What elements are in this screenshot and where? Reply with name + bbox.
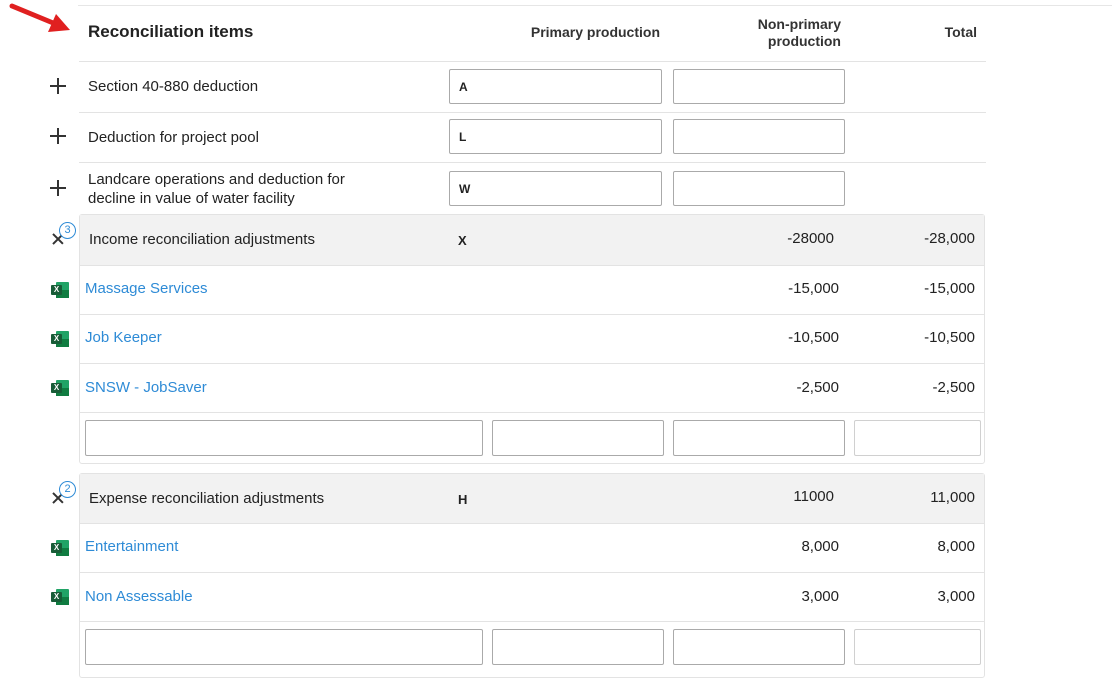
red-arrow-icon — [9, 3, 70, 32]
plus-icon[interactable] — [49, 179, 67, 197]
new-item-nonprimary-input[interactable] — [673, 629, 845, 665]
column-header-primary: Primary production — [530, 24, 660, 40]
income-item-total: -2,500 — [932, 379, 975, 396]
new-item-primary-input[interactable] — [492, 420, 664, 456]
expense-code: H — [458, 492, 468, 507]
item-label-landcare-line1: Landcare operations and deduction for — [88, 171, 345, 188]
divider — [79, 61, 986, 62]
income-code: X — [458, 233, 467, 248]
divider — [80, 314, 984, 315]
expense-item-link[interactable]: Non Assessable — [85, 588, 193, 605]
income-item-link[interactable]: Job Keeper — [85, 329, 162, 346]
nonprimary-production-input[interactable] — [673, 171, 845, 206]
column-header-total: Total — [944, 24, 977, 40]
item-count-badge: 2 — [59, 481, 76, 498]
item-label-section-40-880: Section 40-880 deduction — [88, 78, 259, 95]
income-item-nonprimary: -10,500 — [788, 329, 839, 346]
new-item-total-field — [854, 629, 981, 665]
column-header-nonprimary-line1: Non-primary — [757, 16, 841, 32]
section-title: Reconciliation items — [88, 22, 254, 41]
excel-icon[interactable]: X — [51, 282, 69, 298]
income-item-nonprimary: -2,500 — [796, 379, 839, 396]
income-total-value: -28,000 — [924, 230, 975, 247]
new-item-label-input[interactable] — [85, 629, 483, 665]
expense-group-label: Expense reconciliation adjustments — [89, 490, 325, 507]
expense-nonprimary-value: 11000 — [793, 488, 834, 505]
divider — [80, 621, 984, 622]
new-item-label-input[interactable] — [85, 420, 483, 456]
divider — [79, 112, 986, 113]
excel-icon[interactable]: X — [51, 540, 69, 556]
nonprimary-production-input[interactable] — [673, 69, 845, 104]
income-group-label: Income reconciliation adjustments — [89, 231, 315, 248]
divider — [80, 572, 984, 573]
item-count-badge: 3 — [59, 222, 76, 239]
item-label-landcare-line2: decline in value of water facility — [88, 190, 295, 207]
expense-item-nonprimary: 3,000 — [801, 588, 839, 605]
new-item-primary-input[interactable] — [492, 629, 664, 665]
divider — [80, 523, 984, 524]
nonprimary-production-input[interactable] — [673, 119, 845, 154]
plus-icon[interactable] — [49, 127, 67, 145]
income-item-total: -15,000 — [924, 280, 975, 297]
excel-icon[interactable]: X — [51, 380, 69, 396]
divider — [79, 162, 986, 163]
income-nonprimary-value: -28000 — [787, 230, 834, 247]
primary-production-input[interactable]: W — [449, 171, 662, 206]
plus-icon[interactable] — [49, 77, 67, 95]
new-item-total-field — [854, 420, 981, 456]
divider — [80, 363, 984, 364]
top-divider — [78, 5, 1112, 6]
column-header-nonprimary: Non-primary production — [700, 16, 841, 50]
excel-icon[interactable]: X — [51, 589, 69, 605]
item-label-project-pool: Deduction for project pool — [88, 129, 259, 146]
new-item-nonprimary-input[interactable] — [673, 420, 845, 456]
income-item-nonprimary: -15,000 — [788, 280, 839, 297]
column-header-nonprimary-line2: production — [767, 33, 841, 49]
expense-item-total: 3,000 — [937, 588, 975, 605]
primary-production-input[interactable]: L — [449, 119, 662, 154]
primary-production-input[interactable]: A — [449, 69, 662, 104]
expense-total-value: 11,000 — [930, 489, 975, 506]
income-item-total: -10,500 — [924, 329, 975, 346]
expense-item-total: 8,000 — [937, 538, 975, 555]
income-item-link[interactable]: Massage Services — [85, 280, 208, 297]
divider — [80, 412, 984, 413]
income-item-link[interactable]: SNSW - JobSaver — [85, 379, 207, 396]
excel-icon[interactable]: X — [51, 331, 69, 347]
expense-item-link[interactable]: Entertainment — [85, 538, 178, 555]
expense-item-nonprimary: 8,000 — [801, 538, 839, 555]
item-label-landcare: Landcare operations and deduction for de… — [88, 170, 345, 208]
divider — [80, 265, 984, 266]
